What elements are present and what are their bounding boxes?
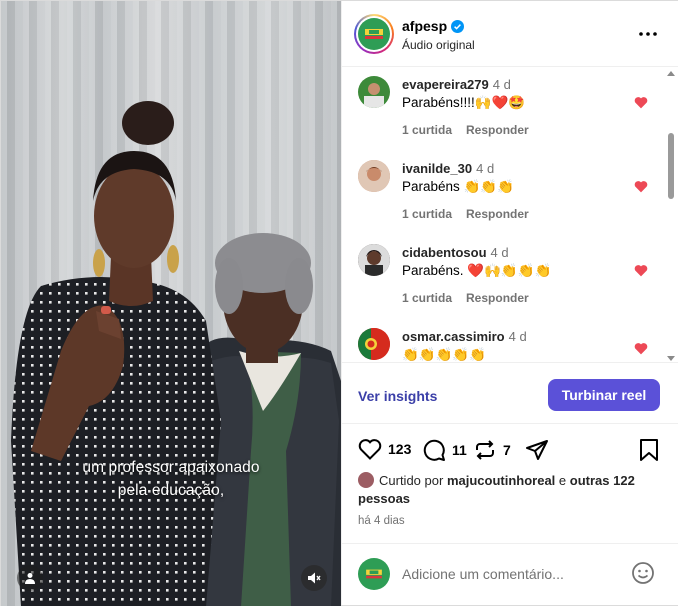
- post-actions: 123 11 7: [342, 434, 678, 466]
- more-options-button[interactable]: [639, 25, 657, 36]
- comment-time: 4 d: [492, 77, 511, 92]
- comments-count[interactable]: 11: [452, 442, 467, 458]
- comment-header: cidabentosou 4 d: [402, 245, 509, 260]
- scroll-down-arrow-icon[interactable]: [667, 356, 675, 361]
- heart-filled-icon: [634, 97, 648, 109]
- like-action[interactable]: 123: [358, 438, 411, 460]
- video-subtitle-line-1: um professor apaixonado: [82, 459, 260, 476]
- comment-item: osmar.cassimiro 4 d 👏👏👏👏👏: [342, 320, 662, 362]
- comment-header: osmar.cassimiro 4 d: [402, 329, 527, 344]
- afpesp-logo-icon: [363, 26, 385, 42]
- scroll-up-arrow-icon[interactable]: [667, 71, 675, 76]
- reposts-count[interactable]: 7: [503, 442, 511, 458]
- comment-meta: 1 curtida Responder: [402, 291, 543, 305]
- comment-time: 4 d: [476, 161, 495, 176]
- comment-like-button[interactable]: [634, 264, 648, 282]
- insights-bar: Ver insights Turbinar reel: [342, 364, 678, 424]
- heart-filled-icon: [634, 265, 648, 277]
- comment-avatar[interactable]: [358, 160, 390, 192]
- tagged-users-button[interactable]: [17, 565, 43, 591]
- comment-username[interactable]: osmar.cassimiro: [402, 329, 505, 344]
- comment-text: Parabéns 👏👏👏: [402, 179, 514, 194]
- reply-button[interactable]: Responder: [466, 123, 529, 137]
- bookmark-icon[interactable]: [639, 438, 659, 462]
- comment-item: evapereira279 4 d Parabéns!!!!🙌❤️🤩 1 curt…: [342, 68, 662, 152]
- username-text[interactable]: afpesp: [402, 18, 447, 34]
- comment-header: evapereira279 4 d: [402, 77, 511, 92]
- likes-count[interactable]: 123: [388, 441, 411, 457]
- liker-avatar[interactable]: [358, 472, 374, 488]
- own-avatar: [358, 558, 390, 590]
- comment-avatar[interactable]: [358, 76, 390, 108]
- comments-scrollbar[interactable]: [667, 71, 675, 361]
- comment-text: Parabéns!!!!🙌❤️🤩: [402, 95, 526, 110]
- liked-by-prefix: Curtido por: [379, 473, 444, 488]
- boost-reel-button[interactable]: Turbinar reel: [548, 379, 660, 411]
- comment-like-button[interactable]: [634, 96, 648, 114]
- mute-button[interactable]: [301, 565, 327, 591]
- more-icon: [639, 32, 657, 36]
- comment-text: 👏👏👏👏👏: [402, 347, 487, 362]
- liked-by-user[interactable]: majucoutinhoreal: [447, 473, 555, 488]
- scrollbar-thumb[interactable]: [668, 133, 674, 199]
- liked-by-connector: e: [558, 473, 567, 488]
- comment-likes-count[interactable]: 1 curtida: [402, 291, 452, 305]
- comment-action[interactable]: 11: [422, 438, 467, 462]
- comment-meta: 1 curtida Responder: [402, 123, 543, 137]
- video-subtitle-line-2: pela educação,: [117, 482, 225, 499]
- emoji-picker-button[interactable]: [631, 561, 655, 590]
- comment-username[interactable]: cidabentosou: [402, 245, 487, 260]
- reel-window: um professor apaixonado pela educação, a…: [0, 0, 678, 606]
- video-people-illustration: [11, 101, 341, 606]
- share-action[interactable]: [525, 438, 549, 462]
- heart-filled-icon: [634, 181, 648, 193]
- repost-action[interactable]: 7: [473, 438, 511, 462]
- comment-input[interactable]: [402, 564, 622, 584]
- comment-bubble-icon[interactable]: [422, 438, 446, 462]
- profile-username[interactable]: afpesp: [402, 18, 465, 34]
- comments-list[interactable]: evapereira279 4 d Parabéns!!!!🙌❤️🤩 1 curt…: [342, 68, 678, 363]
- comment-like-button[interactable]: [634, 342, 648, 360]
- speaker-muted-icon: [308, 572, 321, 584]
- comment-like-button[interactable]: [634, 180, 648, 198]
- heart-filled-icon: [634, 343, 648, 355]
- emoji-icon[interactable]: [631, 561, 655, 585]
- save-button[interactable]: [639, 438, 659, 467]
- audio-source-link[interactable]: Áudio original: [402, 38, 475, 52]
- comment-avatar[interactable]: [358, 328, 390, 360]
- comment-time: 4 d: [508, 329, 527, 344]
- add-comment-bar: [342, 543, 678, 605]
- repost-icon[interactable]: [473, 438, 497, 462]
- post-timestamp[interactable]: há 4 dias: [358, 515, 405, 527]
- comment-meta: 1 curtida Responder: [402, 207, 543, 221]
- comment-item: cidabentosou 4 d Parabéns. ❤️🙌👏👏👏 1 curti…: [342, 236, 662, 320]
- comment-username[interactable]: ivanilde_30: [402, 161, 472, 176]
- comment-username[interactable]: evapereira279: [402, 77, 489, 92]
- comment-header: ivanilde_30 4 d: [402, 161, 494, 176]
- reel-video[interactable]: um professor apaixonado pela educação,: [1, 1, 341, 606]
- comment-time: 4 d: [490, 245, 509, 260]
- liked-by: Curtido por majucoutinhoreal e outras 12…: [358, 472, 658, 508]
- send-icon[interactable]: [525, 438, 549, 462]
- comment-likes-count[interactable]: 1 curtida: [402, 123, 452, 137]
- reply-button[interactable]: Responder: [466, 207, 529, 221]
- comment-likes-count[interactable]: 1 curtida: [402, 207, 452, 221]
- comment-text: Parabéns. ❤️🙌👏👏👏: [402, 263, 552, 278]
- afpesp-logo-icon: [364, 567, 384, 581]
- post-header: afpesp Áudio original: [342, 1, 678, 67]
- profile-avatar[interactable]: [354, 14, 394, 54]
- reply-button[interactable]: Responder: [466, 291, 529, 305]
- post-details-panel: afpesp Áudio original evapereira279 4 d …: [341, 1, 678, 605]
- comment-avatar[interactable]: [358, 244, 390, 276]
- comment-item: ivanilde_30 4 d Parabéns 👏👏👏 1 curtida Res…: [342, 152, 662, 236]
- user-icon: [25, 573, 35, 584]
- view-insights-link[interactable]: Ver insights: [358, 388, 437, 404]
- verified-badge-icon: [451, 19, 465, 33]
- heart-outline-icon[interactable]: [358, 438, 382, 460]
